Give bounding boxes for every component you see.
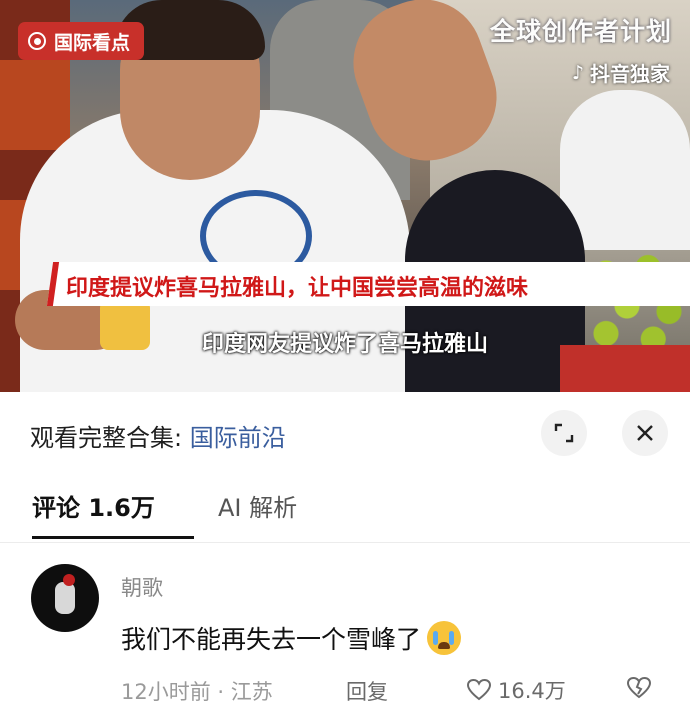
creator-program-watermark: 全球创作者计划 [489,17,672,46]
comment-meta: 12小时前 · 江苏 [121,680,273,704]
comment-tabs: 评论 1.6万 AI 解析 [0,480,690,540]
avatar[interactable] [31,564,99,632]
background-vendor [560,90,690,250]
channel-badge-label: 国际看点 [54,31,131,54]
tab-ai-analysis[interactable]: AI 解析 [218,488,297,523]
close-icon [637,425,653,441]
comment-author[interactable]: 朝歌 [121,572,163,602]
tabs-divider [0,542,690,543]
comment-text: 我们不能再失去一个雪峰了 [121,625,422,654]
comment-panel: 观看完整合集: 国际前沿 评论 1.6万 AI 解析 朝歌 我们不能再失去一个雪… [0,392,690,722]
expand-button[interactable] [541,410,587,456]
brand-watermark-label: 抖音独家 [590,62,670,86]
heart-icon [466,678,492,701]
dislike-button[interactable] [626,675,652,705]
video-player[interactable]: 国际看点 全球创作者计划 ♪ 抖音独家 印度提议炸喜马拉雅山，让中国尝尝高温的滋… [0,0,690,392]
collection-link[interactable]: 国际前沿 [190,424,286,452]
music-note-icon: ♪ [571,61,584,84]
collection-row[interactable]: 观看完整合集: 国际前沿 [30,418,286,453]
broken-heart-icon [626,676,652,699]
channel-badge[interactable]: 国际看点 [18,22,145,60]
video-subtitle: 印度网友提议炸了喜马拉雅山 [201,332,488,357]
brand-watermark: ♪ 抖音独家 [572,58,670,87]
reply-button[interactable]: 回复 [346,676,388,706]
expand-icon [554,423,574,443]
crying-emoji-icon [427,621,462,655]
collection-prefix: 观看完整合集: [30,424,190,452]
like-button[interactable]: 16.4万 [466,675,566,705]
comment-body: 我们不能再失去一个雪峰了 [121,620,462,656]
headline-text: 印度提议炸喜马拉雅山，让中国尝尝高温的滋味 [66,276,529,301]
active-tab-indicator [32,536,194,539]
record-icon [28,32,46,50]
tab-comments[interactable]: 评论 1.6万 [32,488,155,523]
close-button[interactable] [622,410,668,456]
like-count: 16.4万 [498,679,566,703]
